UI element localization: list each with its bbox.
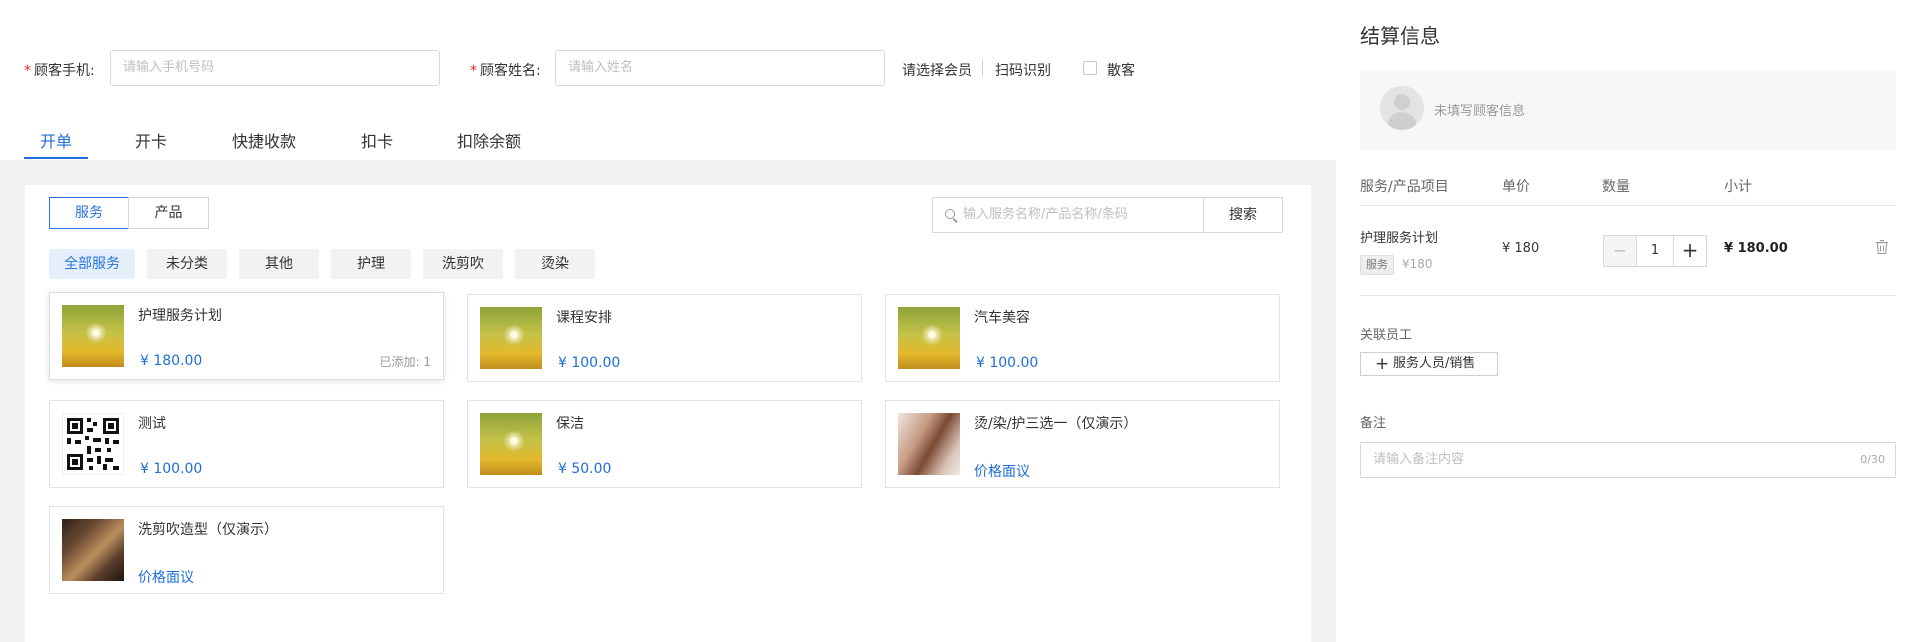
walkin-label[interactable]: 散客 <box>1107 60 1135 80</box>
category-perm-dye[interactable]: 烫染 <box>515 249 595 279</box>
product-toggle[interactable]: 产品 <box>128 197 209 229</box>
category-uncategorized[interactable]: 未分类 <box>147 249 227 279</box>
active-tab-indicator <box>24 157 88 159</box>
product-card[interactable]: 保洁 ¥ 50.00 <box>467 400 862 488</box>
product-card[interactable]: 课程安排 ¥ 100.00 <box>467 294 862 382</box>
product-thumbnail <box>898 413 960 475</box>
product-title: 保洁 <box>556 416 584 432</box>
col-subtotal-header: 小计 <box>1724 179 1752 195</box>
search-icon <box>945 209 955 219</box>
add-staff-button[interactable]: + 服务人员/销售 <box>1360 352 1498 376</box>
col-item-header: 服务/产品项目 <box>1360 179 1449 195</box>
product-title: 课程安排 <box>556 310 612 326</box>
scan-link[interactable]: 扫码识别 <box>995 60 1051 80</box>
checkout-title: 结算信息 <box>1360 24 1440 48</box>
product-price: ¥ 100.00 <box>140 461 203 477</box>
product-title: 护理服务计划 <box>138 308 222 324</box>
category-care[interactable]: 护理 <box>331 249 411 279</box>
product-card[interactable]: 洗剪吹造型（仅演示） 价格面议 <box>49 506 444 594</box>
remark-label: 备注 <box>1360 416 1387 431</box>
product-card[interactable]: 汽车美容 ¥ 100.00 <box>885 294 1280 382</box>
qr-code-thumbnail <box>62 413 124 475</box>
product-thumbnail <box>62 305 124 367</box>
avatar-icon <box>1380 86 1424 130</box>
select-member-link[interactable]: 请选择会员 <box>902 60 972 80</box>
plus-icon: + <box>1375 354 1390 374</box>
product-price: ¥ 50.00 <box>558 461 612 477</box>
product-thumbnail <box>62 519 124 581</box>
remark-input[interactable]: 请输入备注内容 0/30 <box>1360 442 1896 478</box>
tab-open-order[interactable]: 开单 <box>40 128 72 152</box>
product-price: ¥ 100.00 <box>558 355 621 371</box>
tab-quick-pay[interactable]: 快捷收款 <box>232 128 296 152</box>
added-count: 已添加: 1 <box>379 355 432 369</box>
original-price: ¥180 <box>1402 257 1433 271</box>
divider <box>1360 295 1896 296</box>
phone-input[interactable]: 请输入手机号码 <box>110 50 440 86</box>
qty-decrement-button[interactable]: − <box>1603 235 1637 267</box>
category-other[interactable]: 其他 <box>239 249 319 279</box>
product-thumbnail <box>898 307 960 369</box>
search-input[interactable]: 输入服务名称/产品名称/条码 <box>932 197 1204 233</box>
product-thumbnail <box>480 307 542 369</box>
product-title: 汽车美容 <box>974 310 1030 326</box>
customer-placeholder: 未填写顾客信息 <box>1434 104 1526 119</box>
col-price-header: 单价 <box>1502 179 1530 195</box>
product-price: ¥ 180.00 <box>140 353 203 369</box>
product-price: 价格面议 <box>138 570 194 586</box>
col-qty-header: 数量 <box>1602 179 1630 195</box>
product-title: 测试 <box>138 416 166 432</box>
line-subtotal: ¥ 180.00 <box>1724 241 1788 256</box>
product-card[interactable]: 测试 ¥ 100.00 <box>49 400 444 488</box>
trash-icon[interactable] <box>1876 240 1888 254</box>
product-title: 洗剪吹造型（仅演示） <box>138 522 278 538</box>
category-wash-cut-blow[interactable]: 洗剪吹 <box>423 249 503 279</box>
remark-char-count: 0/30 <box>1860 453 1885 466</box>
search-button[interactable]: 搜索 <box>1203 197 1283 233</box>
phone-label: * 顾客手机: <box>24 63 95 79</box>
service-tag: 服务 <box>1360 255 1394 275</box>
product-price: 价格面议 <box>974 464 1030 480</box>
qty-increment-button[interactable]: + <box>1673 235 1707 267</box>
divider <box>982 60 983 76</box>
product-card[interactable]: 护理服务计划 ¥ 180.00 已添加: 1 <box>49 292 444 380</box>
product-title: 烫/染/护三选一（仅演示） <box>974 416 1138 432</box>
unit-price: ¥ 180 <box>1502 241 1540 256</box>
name-input[interactable]: 请输入姓名 <box>555 50 885 86</box>
qr-code-icon <box>67 418 119 470</box>
product-thumbnail <box>480 413 542 475</box>
divider <box>1360 205 1896 206</box>
category-all[interactable]: 全部服务 <box>49 249 135 279</box>
product-card[interactable]: 烫/染/护三选一（仅演示） 价格面议 <box>885 400 1280 488</box>
qty-input[interactable]: 1 <box>1636 235 1674 267</box>
tab-deduct-balance[interactable]: 扣除余额 <box>457 128 521 152</box>
walkin-checkbox[interactable] <box>1083 61 1097 75</box>
staff-label: 关联员工 <box>1360 328 1413 343</box>
tab-deduct-card[interactable]: 扣卡 <box>361 128 393 152</box>
name-label: * 顾客姓名: <box>470 63 541 79</box>
tab-open-card[interactable]: 开卡 <box>135 128 167 152</box>
line-item-name: 护理服务计划 <box>1360 231 1439 246</box>
product-price: ¥ 100.00 <box>976 355 1039 371</box>
service-toggle[interactable]: 服务 <box>49 197 129 229</box>
